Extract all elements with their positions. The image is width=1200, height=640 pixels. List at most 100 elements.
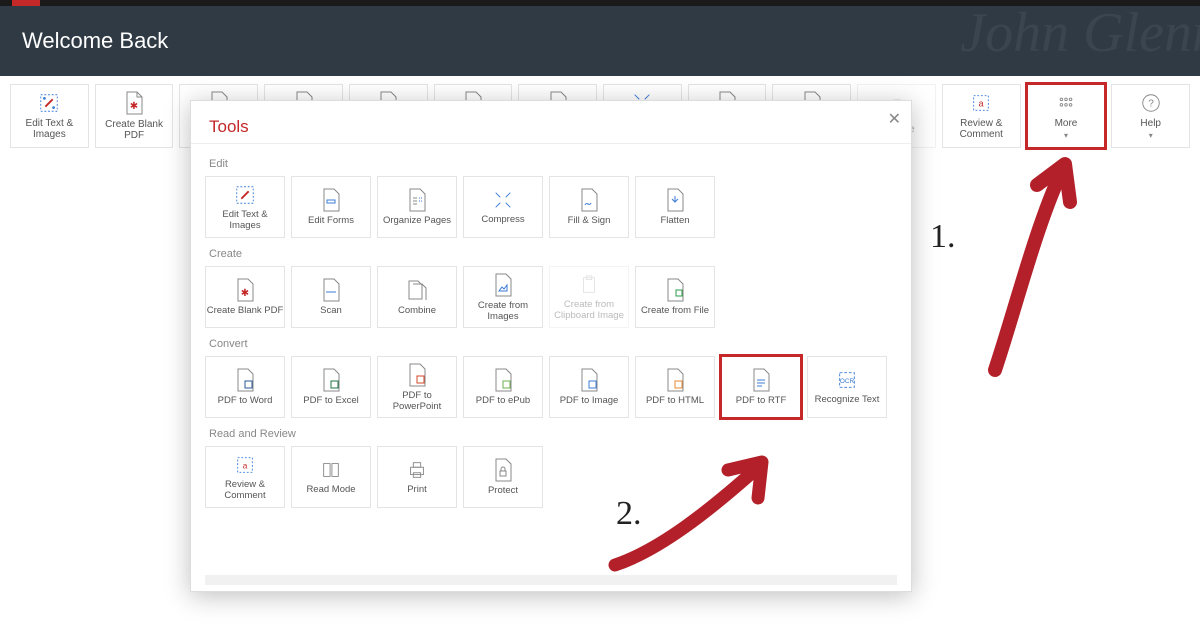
dropdown-caret-icon: ▾ [1149, 131, 1153, 140]
signature-decoration: John Glenn [960, 6, 1200, 65]
tool-label: PDF to PowerPoint [378, 390, 456, 412]
banner-title: Welcome Back [22, 28, 168, 54]
tool-read-mode[interactable]: Read Mode [291, 446, 371, 508]
tool-pdf-to-powerpoint[interactable]: PDF to PowerPoint [377, 356, 457, 418]
tool-label: Read Mode [306, 484, 355, 495]
button-label: More [1055, 118, 1078, 129]
tools-dialog: ✕ Tools Edit Edit Text & Images Edit For… [190, 100, 912, 592]
tool-pdf-to-image[interactable]: PDF to Image [549, 356, 629, 418]
tool-label: Create from Clipboard Image [550, 299, 628, 321]
create-blank-pdf-button[interactable]: ✱ Create Blank PDF [95, 84, 174, 148]
section-header-convert: Convert [209, 338, 897, 350]
file-icon [665, 278, 685, 302]
tool-flatten[interactable]: Flatten [635, 176, 715, 238]
svg-text:?: ? [1148, 99, 1154, 110]
image-icon [579, 368, 599, 392]
tool-review-comment[interactable]: a Review & Comment [205, 446, 285, 508]
tool-edit-forms[interactable]: Edit Forms [291, 176, 371, 238]
sign-icon [579, 188, 599, 212]
close-button[interactable]: ✕ [888, 109, 901, 129]
tool-pdf-to-rtf[interactable]: PDF to RTF [721, 356, 801, 418]
section-header-create: Create [209, 248, 897, 260]
image-doc-icon [493, 273, 513, 297]
create-tools-grid: ✱ Create Blank PDF Scan Combine Create fr… [205, 266, 897, 328]
tool-label: Edit Text & Images [206, 209, 284, 231]
tool-label: PDF to HTML [646, 395, 704, 406]
tool-create-from-images[interactable]: Create from Images [463, 266, 543, 328]
tool-label: PDF to Image [560, 395, 619, 406]
flatten-icon [665, 188, 685, 212]
rtf-icon [751, 368, 771, 392]
tool-pdf-to-html[interactable]: PDF to HTML [635, 356, 715, 418]
tool-create-from-clipboard: Create from Clipboard Image [549, 266, 629, 328]
clipboard-icon [578, 274, 600, 296]
tool-print[interactable]: Print [377, 446, 457, 508]
combine-icon [407, 278, 427, 302]
tool-create-from-file[interactable]: Create from File [635, 266, 715, 328]
tool-label: Scan [320, 305, 342, 316]
button-label: Edit Text & Images [11, 118, 88, 140]
tool-label: Review & Comment [206, 479, 284, 501]
tool-label: Create Blank PDF [207, 305, 284, 316]
book-icon [320, 459, 342, 481]
tool-recognize-text[interactable]: OCR Recognize Text [807, 356, 887, 418]
help-icon: ? [1140, 92, 1162, 114]
review-comment-button[interactable]: a Review & Comment [942, 84, 1021, 148]
convert-tools-grid: PDF to Word PDF to Excel PDF to PowerPoi… [205, 356, 897, 418]
dialog-title: Tools [191, 101, 911, 144]
edit-text-images-button[interactable]: Edit Text & Images [10, 84, 89, 148]
edit-text-icon [234, 184, 256, 206]
tool-pdf-to-word[interactable]: PDF to Word [205, 356, 285, 418]
tool-label: Combine [398, 305, 436, 316]
welcome-banner: Welcome Back John Glenn [0, 6, 1200, 76]
help-button[interactable]: ? Help ▾ [1111, 84, 1190, 148]
tool-label: Fill & Sign [568, 215, 611, 226]
tool-label: PDF to RTF [736, 395, 787, 406]
tool-compress[interactable]: Compress [463, 176, 543, 238]
tool-protect[interactable]: Protect [463, 446, 543, 508]
forms-icon [321, 188, 341, 212]
tool-label: Flatten [660, 215, 689, 226]
ocr-icon: OCR [836, 369, 858, 391]
protect-icon [493, 458, 513, 482]
svg-text:a: a [243, 461, 248, 470]
tool-pdf-to-excel[interactable]: PDF to Excel [291, 356, 371, 418]
review-icon: a [970, 92, 992, 114]
read-tools-grid: a Review & Comment Read Mode Print Protec… [205, 446, 897, 508]
svg-text:OCR: OCR [840, 378, 855, 385]
tool-label: Recognize Text [815, 394, 880, 405]
horizontal-scrollbar[interactable] [205, 575, 897, 585]
annotation-number-1: 1. [930, 218, 956, 256]
tool-label: Print [407, 484, 427, 495]
review-icon: a [234, 454, 256, 476]
more-grid-icon [1055, 92, 1077, 114]
tool-label: Create from File [641, 305, 709, 316]
svg-text:a: a [979, 99, 985, 109]
edit-tools-grid: Edit Text & Images Edit Forms Organize P… [205, 176, 897, 238]
ppt-icon [407, 363, 427, 387]
tool-edit-text-images[interactable]: Edit Text & Images [205, 176, 285, 238]
tool-organize-pages[interactable]: Organize Pages [377, 176, 457, 238]
print-icon [406, 459, 428, 481]
tool-create-blank-pdf[interactable]: ✱ Create Blank PDF [205, 266, 285, 328]
annotation-arrow-1 [955, 150, 1085, 380]
tool-label: PDF to ePub [476, 395, 530, 406]
more-button[interactable]: More ▾ [1027, 84, 1106, 148]
tool-label: Compress [481, 214, 524, 225]
tool-scan[interactable]: Scan [291, 266, 371, 328]
tool-pdf-to-epub[interactable]: PDF to ePub [463, 356, 543, 418]
tool-fill-sign[interactable]: Fill & Sign [549, 176, 629, 238]
tool-label: Edit Forms [308, 215, 354, 226]
button-label: Help [1140, 118, 1161, 129]
button-label: Review & Comment [943, 118, 1020, 140]
svg-text:✱: ✱ [241, 288, 249, 299]
compress-icon [492, 189, 514, 211]
button-label: Create Blank PDF [96, 119, 173, 141]
tool-combine[interactable]: Combine [377, 266, 457, 328]
tool-label: Create from Images [464, 300, 542, 322]
organize-icon [407, 188, 427, 212]
dropdown-caret-icon: ▾ [1064, 131, 1068, 140]
word-icon [235, 368, 255, 392]
tool-label: Protect [488, 485, 518, 496]
tool-label: PDF to Excel [303, 395, 358, 406]
